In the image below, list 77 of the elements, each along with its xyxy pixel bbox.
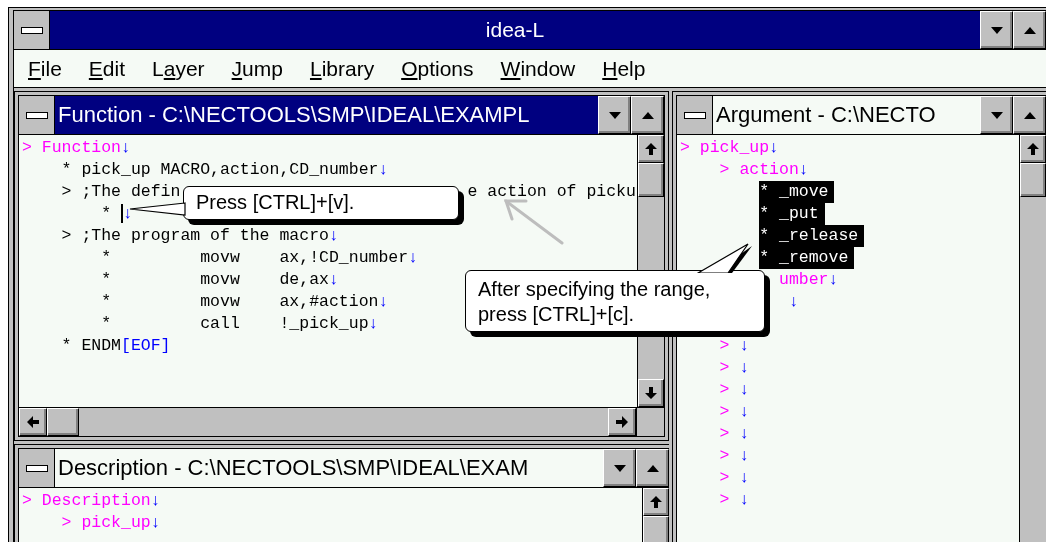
window-title: idea-L: [484, 17, 546, 43]
bar-icon: [683, 111, 706, 119]
triangle-up-icon: [640, 110, 655, 120]
outline-heading: umber↓: [778, 269, 839, 291]
triangle-up-icon: [1022, 25, 1037, 35]
scroll-up-button[interactable]: [1020, 135, 1046, 163]
triangle-down-icon: [989, 110, 1004, 120]
outline-heading: > ↓: [719, 489, 750, 511]
outline-heading: > ↓: [719, 445, 750, 467]
maximize-button[interactable]: [1013, 96, 1046, 134]
bar-icon: [25, 464, 48, 472]
menu-item[interactable]: File: [28, 56, 62, 81]
code-line: > ;The program of the macro↓: [61, 225, 339, 247]
menu-item[interactable]: Jump: [231, 56, 283, 81]
triangle-down-icon: [989, 25, 1004, 35]
bar-icon: [25, 111, 48, 119]
system-menu-button[interactable]: [14, 11, 50, 49]
menu-item[interactable]: Options: [401, 56, 474, 81]
scroll-down-button[interactable]: [638, 379, 664, 407]
document-title: Function - C:\NECTOOLS\SMP\IDEAL\EXAMPL: [55, 96, 598, 134]
outline-heading: > pick_up↓: [680, 137, 779, 159]
outline-heading: > ↓: [719, 423, 750, 445]
code-line: > ;The defin: [61, 182, 181, 201]
code-line: * pick_up MACRO,action,CD_number↓: [61, 159, 389, 181]
code-line: * call !_pick_up↓: [101, 313, 379, 335]
minimize-button[interactable]: [980, 96, 1013, 134]
menu-item[interactable]: Window: [500, 56, 576, 81]
outline-heading: > action↓: [719, 159, 809, 181]
arrow-left-icon: [26, 415, 40, 429]
arrow-up-icon: [644, 142, 658, 156]
outline-heading: > ↓: [719, 379, 750, 401]
scroll-thumb[interactable]: [638, 163, 664, 197]
horizontal-scrollbar[interactable]: [19, 408, 636, 436]
scroll-left-button[interactable]: [19, 408, 47, 436]
scroll-up-button[interactable]: [638, 135, 664, 163]
minimize-button[interactable]: [603, 449, 636, 487]
maximize-button[interactable]: [1013, 11, 1046, 49]
triangle-up-icon: [1022, 110, 1037, 120]
outline-heading: > ↓: [719, 335, 750, 357]
menu-item[interactable]: Help: [602, 56, 646, 81]
code-line: * movw ax,#action↓: [101, 291, 389, 313]
triangle-down-icon: [607, 110, 622, 120]
outline-heading: > ↓: [719, 467, 750, 489]
code-line: * ENDM[EOF]: [61, 335, 171, 357]
scroll-right-button[interactable]: [608, 408, 636, 436]
scroll-thumb[interactable]: [1020, 163, 1046, 197]
outline-heading: > ↓: [719, 357, 750, 379]
triangle-down-icon: [612, 463, 627, 473]
minimize-button[interactable]: [980, 11, 1013, 49]
outline-heading: > ↓: [719, 401, 750, 423]
outline-heading: > Description↓: [22, 490, 161, 512]
menu-item[interactable]: Layer: [152, 56, 205, 81]
code-line-fragment: e action of picku: [467, 182, 636, 201]
outline-heading: > pick_up↓: [61, 512, 161, 534]
maximize-button[interactable]: [636, 449, 669, 487]
arrow-up-icon: [649, 495, 663, 509]
document-title: Argument - C:\NECTO: [713, 96, 980, 134]
code-line: * movw ax,!CD_number↓: [101, 247, 419, 269]
menu-item[interactable]: Library: [309, 56, 375, 81]
arrow-down-icon: [644, 386, 658, 400]
vertical-scrollbar[interactable]: [1019, 135, 1046, 542]
menu-item[interactable]: Edit: [88, 56, 126, 81]
arrow-up-icon: [1026, 142, 1040, 156]
text-editor[interactable]: > Description↓ > pick_up↓: [19, 488, 642, 542]
minimize-button[interactable]: [598, 96, 631, 134]
outline-heading: > Function↓: [22, 137, 131, 159]
arrow-right-icon: [615, 415, 629, 429]
triangle-up-icon: [645, 463, 660, 473]
document-title: Description - C:\NECTOOLS\SMP\IDEAL\EXAM: [55, 449, 603, 487]
maximize-button[interactable]: [631, 96, 664, 134]
vertical-scrollbar[interactable]: [642, 488, 669, 542]
scroll-thumb[interactable]: [643, 516, 669, 542]
code-line: ↓: [787, 291, 799, 313]
bar-icon: [20, 26, 43, 34]
scroll-thumb[interactable]: [47, 408, 79, 436]
scroll-up-button[interactable]: [643, 488, 669, 516]
code-line: * movw de,ax↓: [101, 269, 339, 291]
